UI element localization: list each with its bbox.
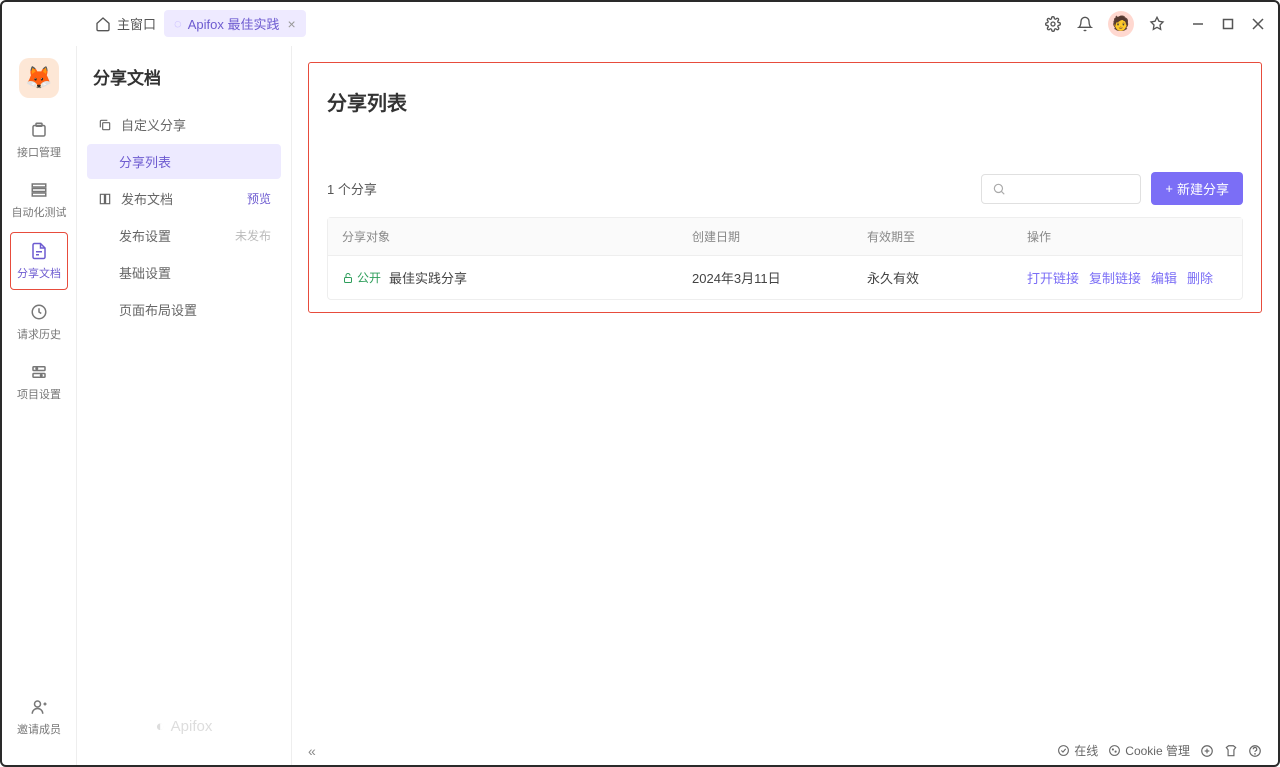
home-link[interactable]: 主窗口 — [94, 14, 156, 33]
status-online[interactable]: 在线 — [1057, 742, 1098, 759]
nav-label: 自定义分享 — [121, 115, 186, 134]
check-circle-icon — [1057, 744, 1070, 757]
action-copy[interactable]: 复制链接 — [1089, 268, 1141, 287]
rail-label: 邀请成员 — [17, 721, 61, 737]
th-created: 创建日期 — [692, 228, 867, 245]
rail-settings[interactable]: 项目设置 — [10, 354, 68, 410]
close-icon[interactable]: × — [288, 16, 296, 32]
action-open[interactable]: 打开链接 — [1027, 268, 1079, 287]
nav-basic-settings[interactable]: 基础设置 — [87, 255, 281, 290]
rail-label: 分享文档 — [17, 265, 61, 281]
th-actions: 操作 — [1027, 228, 1228, 245]
status-cookie-label: Cookie 管理 — [1125, 742, 1190, 759]
rail: 🦊 接口管理 自动化测试 分享文档 请求历史 项目设置 — [2, 46, 77, 765]
statusbar: « 在线 Cookie 管理 — [308, 742, 1262, 759]
unpublished-badge: 未发布 — [235, 227, 271, 244]
rail-label: 请求历史 — [17, 326, 61, 342]
rail-label: 自动化测试 — [12, 204, 67, 220]
action-delete[interactable]: 删除 — [1187, 268, 1213, 287]
box-icon — [29, 120, 49, 140]
search-icon — [992, 182, 1006, 196]
nav-label: 发布文档 — [121, 189, 173, 208]
tab-apifox[interactable]: ◌ Apifox 最佳实践 × — [164, 10, 306, 37]
share-table: 分享对象 创建日期 有效期至 操作 公开 最佳实践分享 — [327, 217, 1243, 300]
copy-icon — [97, 117, 113, 133]
status-cookie[interactable]: Cookie 管理 — [1108, 742, 1190, 759]
nav-label: 页面布局设置 — [119, 300, 197, 319]
status-online-label: 在线 — [1074, 742, 1098, 759]
pin-icon[interactable] — [1148, 15, 1166, 33]
plus-icon: + — [1165, 181, 1173, 196]
rail-label: 项目设置 — [17, 386, 61, 402]
app-logo[interactable]: 🦊 — [19, 58, 59, 98]
close-window-icon[interactable] — [1250, 16, 1266, 32]
highlight-box: 分享列表 1 个分享 + 新建分享 分享对象 创建日期 有效期至 — [308, 62, 1262, 313]
expire-date: 永久有效 — [867, 268, 1027, 287]
nav-label: 分享列表 — [119, 152, 171, 171]
nav-label: 发布设置 — [119, 226, 171, 245]
brand-footer: ◐ Apifox — [87, 718, 281, 747]
status-add[interactable] — [1200, 744, 1214, 758]
created-date: 2024年3月11日 — [692, 268, 867, 287]
nav-publish-settings[interactable]: 发布设置 未发布 — [87, 218, 281, 253]
home-icon — [94, 15, 112, 33]
search-input[interactable] — [981, 174, 1141, 204]
unlock-icon — [342, 272, 354, 284]
preview-link[interactable]: 预览 — [247, 190, 271, 207]
clock-icon — [29, 302, 49, 322]
gear-icon[interactable] — [1044, 15, 1062, 33]
action-edit[interactable]: 编辑 — [1151, 268, 1177, 287]
brand-icon: ◐ — [156, 718, 165, 735]
topbar: 主窗口 ◌ Apifox 最佳实践 × 🧑 — [2, 2, 1278, 46]
tab-label: Apifox 最佳实践 — [188, 14, 280, 33]
nav-publish-doc[interactable]: 发布文档 预览 — [87, 181, 281, 216]
book-icon — [97, 191, 113, 207]
status-shirt[interactable] — [1224, 744, 1238, 758]
th-object: 分享对象 — [342, 228, 692, 245]
rail-label: 接口管理 — [17, 144, 61, 160]
avatar[interactable]: 🧑 — [1108, 11, 1134, 37]
new-share-button[interactable]: + 新建分享 — [1151, 172, 1243, 205]
count-label: 1 个分享 — [327, 179, 377, 198]
nav-layout-settings[interactable]: 页面布局设置 — [87, 292, 281, 327]
home-label: 主窗口 — [117, 14, 156, 33]
rail-share-doc[interactable]: 分享文档 — [10, 232, 68, 290]
cookie-icon — [1108, 744, 1121, 757]
nav-label: 基础设置 — [119, 263, 171, 282]
collapse-icon[interactable]: « — [308, 743, 313, 759]
table-row: 公开 最佳实践分享 2024年3月11日 永久有效 打开链接 复制链接 编辑 删… — [328, 256, 1242, 299]
page-title: 分享列表 — [327, 87, 1243, 116]
rail-history[interactable]: 请求历史 — [10, 294, 68, 350]
visibility-text: 公开 — [357, 269, 381, 286]
tab-dot-icon: ◌ — [174, 16, 182, 31]
layers-icon — [29, 180, 49, 200]
nav-share-list[interactable]: 分享列表 — [87, 144, 281, 179]
user-plus-icon — [29, 697, 49, 717]
rail-invite[interactable]: 邀请成员 — [10, 689, 68, 745]
sidebar-title: 分享文档 — [87, 64, 281, 89]
bell-icon[interactable] — [1076, 15, 1094, 33]
th-expires: 有效期至 — [867, 228, 1027, 245]
visibility-badge: 公开 — [342, 269, 381, 286]
minimize-icon[interactable] — [1190, 16, 1206, 32]
rail-automation[interactable]: 自动化测试 — [10, 172, 68, 228]
sidebar: 分享文档 自定义分享 分享列表 发布文档 预览 发布设置 未发布 — [77, 46, 292, 765]
rail-api-management[interactable]: 接口管理 — [10, 112, 68, 168]
status-help[interactable] — [1248, 744, 1262, 758]
sliders-icon — [29, 362, 49, 382]
main: 分享列表 1 个分享 + 新建分享 分享对象 创建日期 有效期至 — [292, 46, 1278, 765]
button-label: 新建分享 — [1177, 179, 1229, 198]
maximize-icon[interactable] — [1220, 16, 1236, 32]
nav-custom-share[interactable]: 自定义分享 — [87, 107, 281, 142]
share-name: 最佳实践分享 — [389, 268, 467, 287]
share-doc-icon — [29, 241, 49, 261]
brand-name: Apifox — [171, 718, 213, 735]
